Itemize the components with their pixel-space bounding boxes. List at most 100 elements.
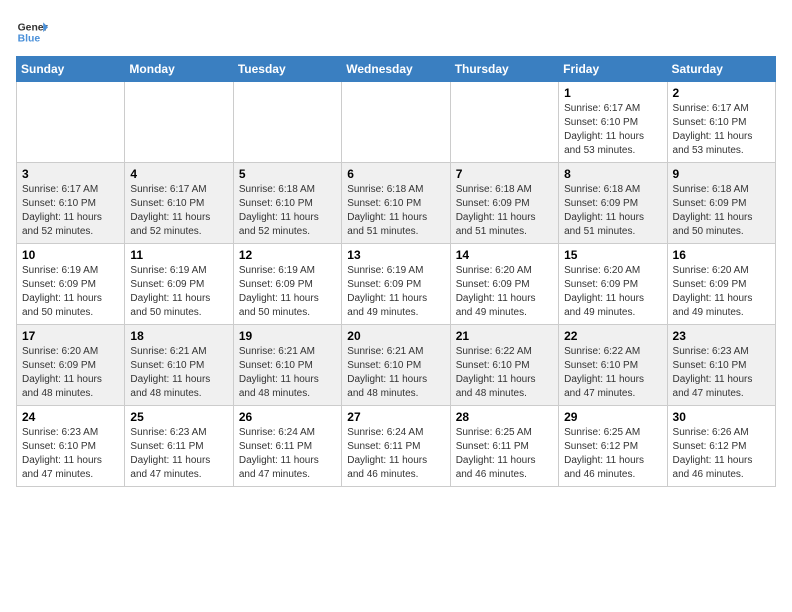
calendar-cell: 29 Sunrise: 6:25 AM Sunset: 6:12 PM Dayli… — [559, 406, 667, 487]
day-info: Sunrise: 6:23 AM Sunset: 6:10 PM Dayligh… — [22, 426, 119, 482]
weekday-header-wednesday: Wednesday — [342, 57, 450, 82]
day-number: 20 — [347, 329, 444, 343]
calendar-cell: 11 Sunrise: 6:19 AM Sunset: 6:09 PM Dayli… — [125, 244, 233, 325]
day-info: Sunrise: 6:26 AM Sunset: 6:12 PM Dayligh… — [673, 426, 770, 482]
logo-icon: General Blue — [16, 16, 48, 48]
day-number: 27 — [347, 410, 444, 424]
calendar-cell: 7 Sunrise: 6:18 AM Sunset: 6:09 PM Daylig… — [450, 163, 558, 244]
calendar-cell: 14 Sunrise: 6:20 AM Sunset: 6:09 PM Dayli… — [450, 244, 558, 325]
calendar-cell: 22Sunrise: 6:22 AM Sunset: 6:10 PM Dayli… — [559, 325, 667, 406]
day-info: Sunrise: 6:19 AM Sunset: 6:09 PM Dayligh… — [239, 264, 336, 320]
calendar-cell — [342, 82, 450, 163]
calendar-cell: 1Sunrise: 6:17 AM Sunset: 6:10 PM Daylig… — [559, 82, 667, 163]
day-info: Sunrise: 6:23 AM Sunset: 6:10 PM Dayligh… — [673, 345, 770, 401]
day-number: 15 — [564, 248, 661, 262]
day-info: Sunrise: 6:24 AM Sunset: 6:11 PM Dayligh… — [347, 426, 444, 482]
calendar-cell: 2 Sunrise: 6:17 AM Sunset: 6:10 PM Daylig… — [667, 82, 775, 163]
day-number: 17 — [22, 329, 119, 343]
day-info: Sunrise: 6:18 AM Sunset: 6:09 PM Dayligh… — [564, 183, 661, 239]
weekday-header-monday: Monday — [125, 57, 233, 82]
page-header: General Blue — [16, 16, 776, 48]
day-number: 18 — [130, 329, 227, 343]
day-number: 23 — [673, 329, 770, 343]
calendar-cell: 12 Sunrise: 6:19 AM Sunset: 6:09 PM Dayli… — [233, 244, 341, 325]
day-info: Sunrise: 6:18 AM Sunset: 6:10 PM Dayligh… — [239, 183, 336, 239]
day-number: 8 — [564, 167, 661, 181]
week-row-5: 24 Sunrise: 6:23 AM Sunset: 6:10 PM Dayli… — [17, 406, 776, 487]
calendar-cell: 15 Sunrise: 6:20 AM Sunset: 6:09 PM Dayli… — [559, 244, 667, 325]
day-number: 11 — [130, 248, 227, 262]
day-info: Sunrise: 6:21 AM Sunset: 6:10 PM Dayligh… — [130, 345, 227, 401]
day-info: Sunrise: 6:22 AM Sunset: 6:10 PM Dayligh… — [564, 345, 661, 401]
calendar-cell — [17, 82, 125, 163]
day-number: 5 — [239, 167, 336, 181]
day-info: Sunrise: 6:19 AM Sunset: 6:09 PM Dayligh… — [347, 264, 444, 320]
day-info: Sunrise: 6:20 AM Sunset: 6:09 PM Dayligh… — [456, 264, 553, 320]
day-info: Sunrise: 6:18 AM Sunset: 6:10 PM Dayligh… — [347, 183, 444, 239]
day-number: 26 — [239, 410, 336, 424]
weekday-header-row: SundayMondayTuesdayWednesdayThursdayFrid… — [17, 57, 776, 82]
day-info: Sunrise: 6:23 AM Sunset: 6:11 PM Dayligh… — [130, 426, 227, 482]
weekday-header-tuesday: Tuesday — [233, 57, 341, 82]
day-number: 14 — [456, 248, 553, 262]
day-number: 12 — [239, 248, 336, 262]
calendar-cell: 26 Sunrise: 6:24 AM Sunset: 6:11 PM Dayli… — [233, 406, 341, 487]
calendar-cell: 5 Sunrise: 6:18 AM Sunset: 6:10 PM Daylig… — [233, 163, 341, 244]
day-number: 13 — [347, 248, 444, 262]
weekday-header-sunday: Sunday — [17, 57, 125, 82]
day-number: 28 — [456, 410, 553, 424]
day-info: Sunrise: 6:17 AM Sunset: 6:10 PM Dayligh… — [130, 183, 227, 239]
day-number: 2 — [673, 86, 770, 100]
day-number: 30 — [673, 410, 770, 424]
calendar-cell: 19Sunrise: 6:21 AM Sunset: 6:10 PM Dayli… — [233, 325, 341, 406]
calendar-cell: 6 Sunrise: 6:18 AM Sunset: 6:10 PM Daylig… — [342, 163, 450, 244]
calendar-cell — [450, 82, 558, 163]
calendar-cell: 25Sunrise: 6:23 AM Sunset: 6:11 PM Dayli… — [125, 406, 233, 487]
day-info: Sunrise: 6:17 AM Sunset: 6:10 PM Dayligh… — [22, 183, 119, 239]
day-number: 16 — [673, 248, 770, 262]
day-number: 6 — [347, 167, 444, 181]
day-number: 3 — [22, 167, 119, 181]
calendar-cell: 4 Sunrise: 6:17 AM Sunset: 6:10 PM Daylig… — [125, 163, 233, 244]
day-info: Sunrise: 6:19 AM Sunset: 6:09 PM Dayligh… — [130, 264, 227, 320]
day-info: Sunrise: 6:21 AM Sunset: 6:10 PM Dayligh… — [347, 345, 444, 401]
day-number: 10 — [22, 248, 119, 262]
day-info: Sunrise: 6:22 AM Sunset: 6:10 PM Dayligh… — [456, 345, 553, 401]
weekday-header-friday: Friday — [559, 57, 667, 82]
calendar-cell: 16 Sunrise: 6:20 AM Sunset: 6:09 PM Dayli… — [667, 244, 775, 325]
weekday-header-thursday: Thursday — [450, 57, 558, 82]
calendar-cell: 24 Sunrise: 6:23 AM Sunset: 6:10 PM Dayli… — [17, 406, 125, 487]
day-number: 7 — [456, 167, 553, 181]
calendar-cell — [125, 82, 233, 163]
day-info: Sunrise: 6:25 AM Sunset: 6:11 PM Dayligh… — [456, 426, 553, 482]
day-number: 1 — [564, 86, 661, 100]
calendar-cell: 23 Sunrise: 6:23 AM Sunset: 6:10 PM Dayli… — [667, 325, 775, 406]
calendar-cell: 20 Sunrise: 6:21 AM Sunset: 6:10 PM Dayli… — [342, 325, 450, 406]
calendar-cell: 9 Sunrise: 6:18 AM Sunset: 6:09 PM Daylig… — [667, 163, 775, 244]
calendar-cell: 30 Sunrise: 6:26 AM Sunset: 6:12 PM Dayli… — [667, 406, 775, 487]
day-number: 24 — [22, 410, 119, 424]
calendar-cell: 27 Sunrise: 6:24 AM Sunset: 6:11 PM Dayli… — [342, 406, 450, 487]
calendar-cell: 10Sunrise: 6:19 AM Sunset: 6:09 PM Dayli… — [17, 244, 125, 325]
calendar-cell: 17 Sunrise: 6:20 AM Sunset: 6:09 PM Dayli… — [17, 325, 125, 406]
day-info: Sunrise: 6:25 AM Sunset: 6:12 PM Dayligh… — [564, 426, 661, 482]
week-row-2: 3 Sunrise: 6:17 AM Sunset: 6:10 PM Daylig… — [17, 163, 776, 244]
day-info: Sunrise: 6:17 AM Sunset: 6:10 PM Dayligh… — [673, 102, 770, 158]
weekday-header-saturday: Saturday — [667, 57, 775, 82]
logo: General Blue — [16, 16, 48, 48]
day-number: 4 — [130, 167, 227, 181]
day-info: Sunrise: 6:20 AM Sunset: 6:09 PM Dayligh… — [564, 264, 661, 320]
day-number: 9 — [673, 167, 770, 181]
day-info: Sunrise: 6:20 AM Sunset: 6:09 PM Dayligh… — [673, 264, 770, 320]
calendar-cell: 18 Sunrise: 6:21 AM Sunset: 6:10 PM Dayli… — [125, 325, 233, 406]
week-row-1: 1 Sunrise: 6:17 AM Sunset: 6:10 PM Daylig… — [17, 82, 776, 163]
day-info: Sunrise: 6:18 AM Sunset: 6:09 PM Dayligh… — [456, 183, 553, 239]
day-info: Sunrise: 6:20 AM Sunset: 6:09 PM Dayligh… — [22, 345, 119, 401]
calendar-cell: 21Sunrise: 6:22 AM Sunset: 6:10 PM Dayli… — [450, 325, 558, 406]
day-info: Sunrise: 6:24 AM Sunset: 6:11 PM Dayligh… — [239, 426, 336, 482]
day-number: 19 — [239, 329, 336, 343]
week-row-3: 10 Sunrise: 6:19 AM Sunset: 6:09 PM Dayli… — [17, 244, 776, 325]
day-info: Sunrise: 6:18 AM Sunset: 6:09 PM Dayligh… — [673, 183, 770, 239]
day-number: 29 — [564, 410, 661, 424]
week-row-4: 17 Sunrise: 6:20 AM Sunset: 6:09 PM Dayli… — [17, 325, 776, 406]
